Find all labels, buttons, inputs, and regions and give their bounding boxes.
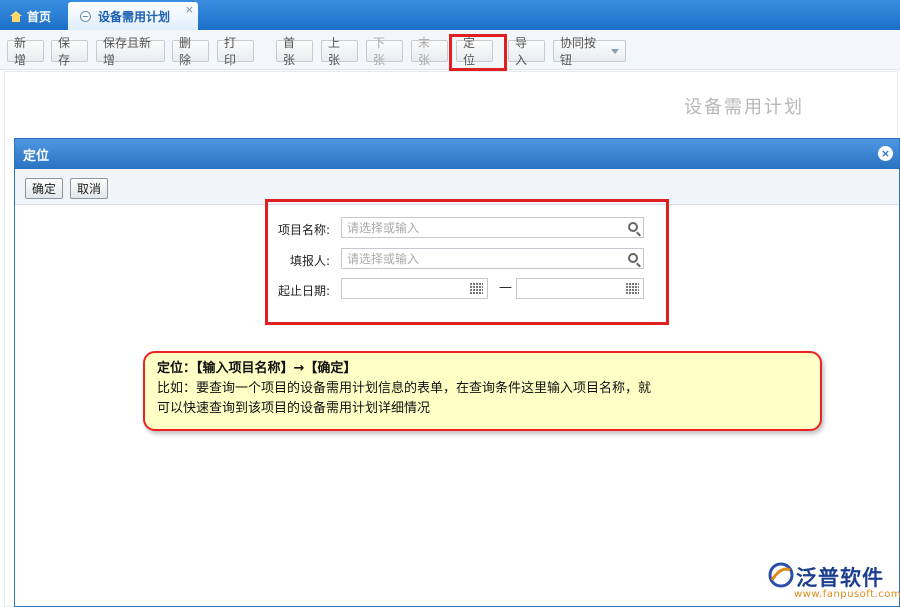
add-button[interactable]: 新增 — [7, 36, 44, 67]
instruction-callout: 定位：【输入项目名称】→【确定】 比如：要查询一个项目的设备需用计划信息的表单，… — [143, 351, 822, 431]
collaboration-button-label: 协同按钮 — [560, 36, 597, 67]
chevron-down-icon — [611, 48, 619, 54]
locate-button-highlight — [449, 34, 507, 71]
dialog-title: 定位 — [23, 148, 50, 164]
logo-url: www.fanpusoft.com — [794, 589, 900, 600]
previous-record-button[interactable]: 上张 — [321, 36, 358, 67]
logo-mark-icon — [768, 562, 794, 588]
dialog-close-icon[interactable]: × — [878, 146, 893, 161]
next-record-button[interactable]: 下张 — [366, 36, 403, 67]
dialog-header: 定位 × — [15, 139, 899, 169]
tab-home-label: 首页 — [27, 9, 52, 24]
tab-home[interactable]: 首页 — [2, 2, 66, 30]
logo-name: 泛普软件 — [796, 566, 884, 590]
company-logo: 泛普软件 www.fanpusoft.com — [768, 560, 900, 605]
collaboration-dropdown-button[interactable]: 协同按钮 — [553, 36, 626, 67]
page-icon — [80, 10, 91, 22]
page-title: 设备需用计划 — [684, 97, 804, 118]
home-icon — [10, 10, 22, 22]
delete-button[interactable]: 删除 — [172, 36, 209, 67]
tab-equipment-plan-label: 设备需用计划 — [98, 9, 171, 24]
callout-line-1: 定位：【输入项目名称】→【确定】 — [157, 361, 357, 376]
form-fields-highlight — [265, 199, 669, 325]
import-button[interactable]: 导入 — [508, 36, 545, 67]
save-and-add-button[interactable]: 保存且新增 — [96, 36, 165, 67]
cancel-button[interactable]: 取消 — [70, 178, 108, 199]
callout-line-2: 比如：要查询一个项目的设备需用计划信息的表单，在查询条件这里输入项目名称，就 — [157, 381, 652, 396]
confirm-button[interactable]: 确定 — [25, 178, 63, 199]
tab-close-icon[interactable]: × — [185, 3, 194, 16]
tab-equipment-plan[interactable]: 设备需用计划 × — [68, 2, 198, 30]
first-record-button[interactable]: 首张 — [276, 36, 313, 67]
last-record-button[interactable]: 末张 — [411, 36, 448, 67]
tab-bar: 首页 设备需用计划 × — [0, 0, 900, 30]
save-button[interactable]: 保存 — [51, 36, 88, 67]
print-button[interactable]: 打印 — [217, 36, 254, 67]
callout-line-3: 可以快速查询到该项目的设备需用计划详细情况 — [157, 401, 431, 416]
